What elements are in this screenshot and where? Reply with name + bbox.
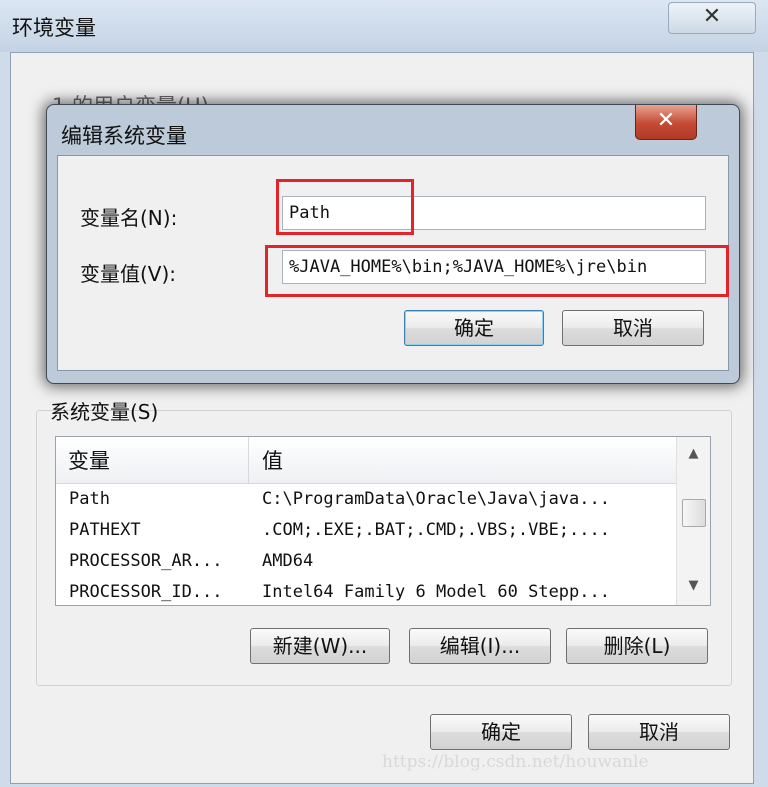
new-variable-button[interactable]: 新建(W)...	[250, 628, 390, 664]
variable-value-cell: Intel64 Family 6 Model 60 Stepp...	[262, 582, 610, 602]
value-highlight-box	[265, 245, 729, 297]
variable-value-cell: C:\ProgramData\Oracle\Java\java...	[262, 489, 610, 509]
variable-name-cell: PATHEXT	[69, 520, 141, 540]
variable-value-cell: AMD64	[262, 551, 314, 571]
dialog-close-button[interactable]: ✕	[635, 105, 697, 140]
dialog-client-area: 变量名(N): Path 变量值(V): %JAVA_HOME%\bin;%JA…	[57, 155, 729, 371]
scroll-down-icon[interactable]: ▼	[677, 571, 710, 601]
window-title: 环境变量	[12, 16, 96, 40]
system-variables-list[interactable]: 变量 值 Path C:\ProgramData\Oracle\Java\jav…	[55, 436, 711, 606]
table-row[interactable]: PROCESSOR_ID... Intel64 Family 6 Model 6…	[56, 578, 676, 605]
close-icon: ✕	[702, 4, 722, 29]
cancel-button[interactable]: 取消	[588, 714, 730, 750]
ok-button[interactable]: 确定	[430, 714, 572, 750]
variable-name-label: 变量名(N):	[80, 206, 178, 230]
system-variables-label: 系统变量(S)	[50, 400, 159, 424]
dialog-ok-button[interactable]: 确定	[404, 310, 544, 346]
scroll-up-icon[interactable]: ▲	[677, 439, 710, 469]
table-row[interactable]: PROCESSOR_AR... AMD64	[56, 547, 676, 578]
edit-variable-button[interactable]: 编辑(I)...	[409, 628, 551, 664]
edit-system-variable-dialog: 编辑系统变量 ✕ 变量名(N): Path 变量值(V): %JAVA_HOME…	[46, 104, 740, 384]
variable-value-label: 变量值(V):	[80, 262, 177, 286]
scrollbar-thumb[interactable]	[682, 499, 706, 527]
window-titlebar: 环境变量	[0, 0, 768, 52]
list-rows: Path C:\ProgramData\Oracle\Java\java... …	[56, 485, 676, 605]
table-row[interactable]: Path C:\ProgramData\Oracle\Java\java...	[56, 485, 676, 516]
delete-variable-button[interactable]: 删除(L)	[566, 628, 708, 664]
dialog-title: 编辑系统变量	[61, 124, 187, 148]
variable-name-cell: PROCESSOR_ID...	[69, 582, 223, 602]
variable-value-cell: .COM;.EXE;.BAT;.CMD;.VBS;.VBE;....	[262, 520, 610, 540]
window-close-button[interactable]: ✕	[668, 2, 756, 34]
variable-name-cell: PROCESSOR_AR...	[69, 551, 223, 571]
dialog-cancel-button[interactable]: 取消	[562, 310, 704, 346]
table-row[interactable]: PATHEXT .COM;.EXE;.BAT;.CMD;.VBS;.VBE;..…	[56, 516, 676, 547]
list-header: 变量 值	[56, 437, 676, 484]
close-icon: ✕	[656, 108, 676, 133]
name-highlight-box	[276, 179, 414, 235]
variable-name-cell: Path	[69, 489, 110, 509]
watermark: https://blog.csdn.net/houwanle	[382, 752, 649, 772]
vertical-scrollbar[interactable]: ▲ ▼	[676, 437, 710, 605]
column-header-value[interactable]: 值	[262, 437, 283, 483]
column-header-variable[interactable]: 变量	[68, 437, 249, 483]
